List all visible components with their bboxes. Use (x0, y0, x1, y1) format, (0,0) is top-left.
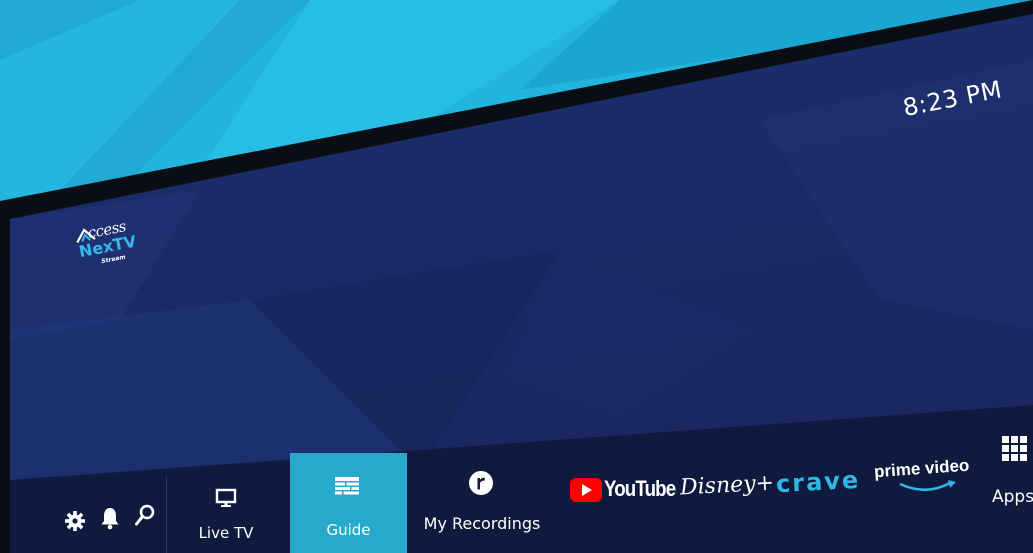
recordings-r-icon (469, 471, 493, 495)
app-disney-plus[interactable]: Disney+ (679, 471, 774, 501)
guide-grid-icon (335, 477, 359, 495)
bell-icon[interactable] (100, 506, 120, 530)
apps-grid-icon (1002, 436, 1027, 461)
nav-item-label: My Recordings (423, 514, 541, 533)
nav-item-label: Guide (326, 521, 371, 539)
nav-item-label: Live TV (198, 524, 254, 542)
youtube-play-icon (570, 478, 602, 502)
gear-icon[interactable] (64, 510, 86, 532)
search-icon[interactable] (134, 504, 156, 528)
prime-smile-icon (899, 480, 956, 492)
nav-item-guide[interactable]: Guide (290, 453, 407, 553)
app-crave[interactable]: crave (775, 466, 861, 498)
tv-monitor-icon (215, 488, 237, 507)
apps-label: Apps (992, 487, 1033, 507)
scene: 8:23 PM ccess NexTV Stream Live TV Guide… (0, 0, 1033, 553)
nav-divider (166, 476, 167, 553)
youtube-wordmark: YouTube (604, 476, 676, 501)
brand-logo: ccess NexTV Stream (68, 211, 164, 315)
